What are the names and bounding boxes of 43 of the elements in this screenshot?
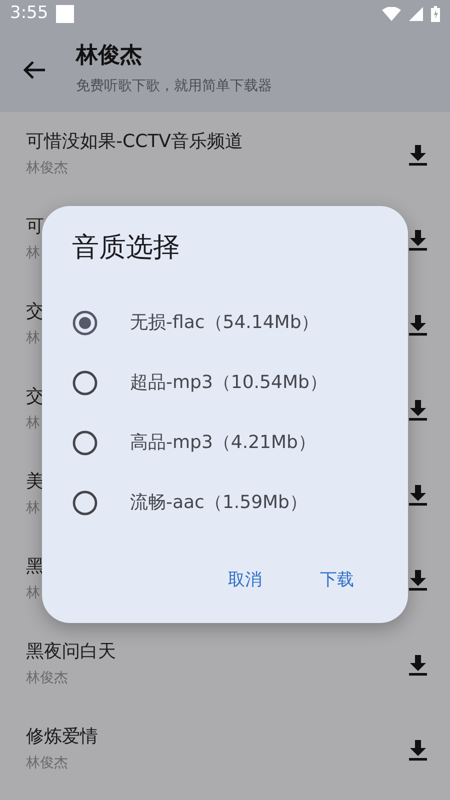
dialog-title: 音质选择: [72, 231, 181, 265]
song-artist: 林: [26, 584, 40, 603]
song-title: 可: [26, 215, 44, 239]
battery-icon: [431, 6, 440, 22]
wifi-icon: [382, 7, 401, 21]
radio-button[interactable]: [72, 490, 98, 516]
cancel-button[interactable]: 取消: [224, 562, 266, 599]
song-artist: 林: [26, 498, 40, 518]
song-artist: 林俊杰: [26, 754, 68, 773]
download-icon[interactable]: [408, 568, 428, 590]
song-artist: 林俊杰: [26, 158, 68, 178]
notification-icon: [56, 5, 74, 23]
download-icon[interactable]: [408, 228, 428, 250]
song-artist: 林: [26, 328, 40, 348]
download-icon[interactable]: [408, 738, 428, 760]
download-icon[interactable]: [408, 484, 428, 506]
song-title: 交: [26, 300, 44, 324]
option-label[interactable]: 流畅-aac（1.59Mb）: [130, 489, 308, 516]
radio-button[interactable]: [72, 430, 98, 456]
song-artist: 林: [26, 244, 40, 263]
song-artist: 林俊杰: [26, 668, 68, 688]
radio-button[interactable]: [72, 310, 98, 336]
signal-icon: [409, 7, 423, 21]
download-icon[interactable]: [408, 654, 428, 676]
song-title: 可惜没如果-CCTV音乐频道: [26, 130, 243, 154]
download-button[interactable]: 下载: [316, 562, 358, 599]
song-title: 美: [26, 470, 44, 494]
song-artist: 林: [26, 414, 40, 433]
page-title: 林俊杰: [76, 43, 143, 70]
song-title: 交: [26, 385, 44, 409]
download-icon[interactable]: [408, 144, 428, 166]
download-icon[interactable]: [408, 398, 428, 420]
download-icon[interactable]: [408, 314, 428, 336]
page-subtitle: 免费听歌下歌，就用简单下载器: [76, 76, 272, 96]
back-icon[interactable]: [22, 60, 46, 80]
option-label[interactable]: 超品-mp3（10.54Mb）: [130, 369, 328, 396]
song-title: 黑: [26, 555, 44, 579]
option-label[interactable]: 无损-flac（54.14Mb）: [130, 309, 320, 336]
status-time: 3:55: [10, 2, 48, 26]
song-title: 修炼爱情: [26, 725, 98, 749]
option-label[interactable]: 高品-mp3（4.21Mb）: [130, 429, 316, 456]
radio-button[interactable]: [72, 370, 98, 396]
song-title: 黑夜问白天: [26, 640, 116, 664]
